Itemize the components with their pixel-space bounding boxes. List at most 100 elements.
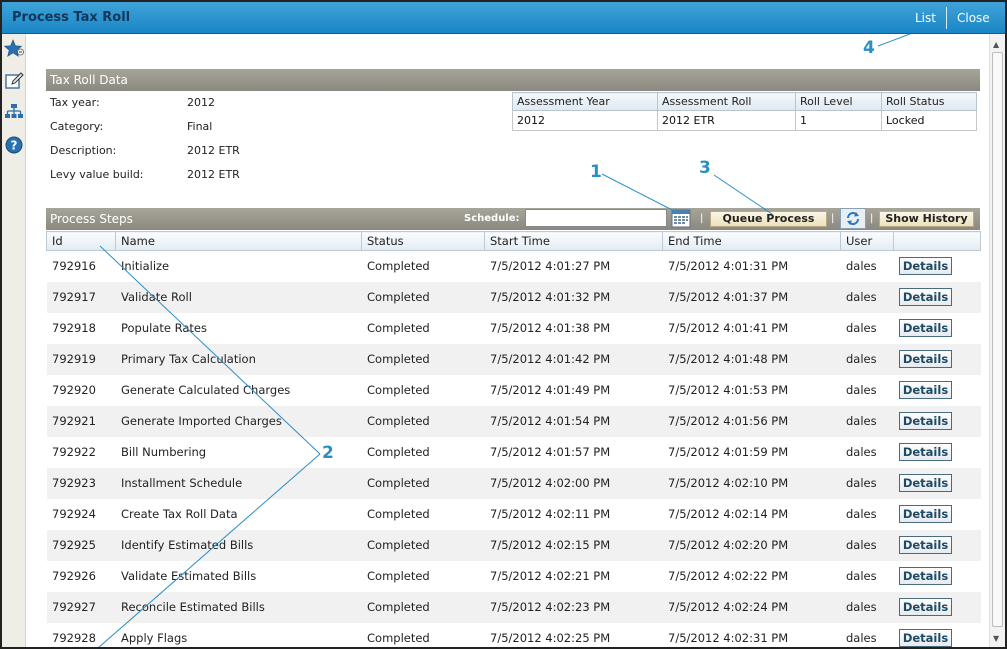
details-button[interactable]: Details xyxy=(899,350,952,368)
details-button[interactable]: Details xyxy=(899,536,952,554)
step-actions-cell: Details xyxy=(893,343,981,375)
toolbar-separator: | xyxy=(870,213,874,224)
table-row[interactable]: 792928 Apply Flags Completed 7/5/2012 4:02:… xyxy=(46,622,981,647)
roll-status-cell: Locked xyxy=(881,110,977,131)
details-button[interactable]: Details xyxy=(899,598,952,616)
description-label: Description: xyxy=(50,144,117,157)
details-button[interactable]: Details xyxy=(899,288,952,306)
table-row[interactable]: 792921 Generate Imported Charges Completed… xyxy=(46,405,981,437)
step-status-cell: Completed xyxy=(361,281,485,313)
scrollbar-thumb[interactable] xyxy=(992,52,1003,627)
column-header-assessment-year[interactable]: Assessment Year xyxy=(512,92,658,111)
table-row[interactable]: 792916 Initialize Completed 7/5/2012 4:01:2… xyxy=(46,250,981,282)
process-steps-table: Id Name Status Start Time End Time User … xyxy=(46,231,981,647)
list-link[interactable]: List xyxy=(915,11,936,25)
step-actions-cell: Details xyxy=(893,591,981,623)
step-name-cell: Generate Calculated Charges xyxy=(115,374,362,406)
step-start-time-cell: 7/5/2012 4:02:23 PM xyxy=(484,591,663,623)
step-end-time-cell: 7/5/2012 4:01:48 PM xyxy=(662,343,841,375)
step-end-time-cell: 7/5/2012 4:02:20 PM xyxy=(662,529,841,561)
step-user-cell: dales xyxy=(840,529,894,561)
step-user-cell: dales xyxy=(840,343,894,375)
close-link[interactable]: Close xyxy=(957,11,990,25)
roll-level-cell: 1 xyxy=(795,110,882,131)
column-header-status[interactable]: Status xyxy=(361,231,485,251)
step-name-cell: Reconcile Estimated Bills xyxy=(115,591,362,623)
details-button[interactable]: Details xyxy=(899,474,952,492)
step-end-time-cell: 7/5/2012 4:02:31 PM xyxy=(662,622,841,647)
show-history-button[interactable]: Show History xyxy=(879,211,974,227)
column-header-user[interactable]: User xyxy=(840,231,894,251)
levy-value-build-label: Levy value build: xyxy=(50,168,144,181)
step-start-time-cell: 7/5/2012 4:01:54 PM xyxy=(484,405,663,437)
step-user-cell: dales xyxy=(840,374,894,406)
callout-4: 4 xyxy=(863,38,875,58)
title-bar: Process Tax Roll List Close xyxy=(2,2,1005,34)
table-row[interactable]: 2012 2012 ETR 1 Locked xyxy=(512,110,977,131)
details-button[interactable]: Details xyxy=(899,443,952,461)
table-row[interactable]: 792918 Populate Rates Completed 7/5/2012 4:… xyxy=(46,312,981,344)
details-button[interactable]: Details xyxy=(899,319,952,337)
table-row[interactable]: 792923 Installment Schedule Completed 7/5/2… xyxy=(46,467,981,499)
help-icon[interactable]: ? xyxy=(4,135,24,155)
table-row[interactable]: 792922 Bill Numbering Completed 7/5/2012 4:… xyxy=(46,436,981,468)
favorites-star-icon[interactable] xyxy=(3,39,24,59)
tax-year-label: Tax year: xyxy=(50,96,100,109)
table-row[interactable]: 792924 Create Tax Roll Data Completed 7/5/2… xyxy=(46,498,981,530)
window-title: Process Tax Roll xyxy=(12,10,131,25)
column-header-start-time[interactable]: Start Time xyxy=(484,231,663,251)
step-user-cell: dales xyxy=(840,591,894,623)
step-id-cell: 792926 xyxy=(46,560,116,592)
table-row[interactable]: 792917 Validate Roll Completed 7/5/2012 4:0… xyxy=(46,281,981,313)
table-row[interactable]: 792926 Validate Estimated Bills Completed 7… xyxy=(46,560,981,592)
column-header-id[interactable]: Id xyxy=(46,231,116,251)
step-id-cell: 792922 xyxy=(46,436,116,468)
step-user-cell: dales xyxy=(840,405,894,437)
step-start-time-cell: 7/5/2012 4:02:11 PM xyxy=(484,498,663,530)
column-header-assessment-roll[interactable]: Assessment Roll xyxy=(657,92,796,111)
step-end-time-cell: 7/5/2012 4:02:24 PM xyxy=(662,591,841,623)
details-button[interactable]: Details xyxy=(899,567,952,585)
refresh-icon[interactable] xyxy=(840,208,866,229)
scroll-down-arrow-icon[interactable]: ▼ xyxy=(993,634,999,643)
details-button[interactable]: Details xyxy=(899,381,952,399)
step-actions-cell: Details xyxy=(893,250,981,282)
table-row[interactable]: 792927 Reconcile Estimated Bills Completed… xyxy=(46,591,981,623)
step-user-cell: dales xyxy=(840,467,894,499)
step-actions-cell: Details xyxy=(893,405,981,437)
schedule-input[interactable] xyxy=(525,209,667,227)
hierarchy-icon[interactable] xyxy=(4,102,24,122)
step-name-cell: Create Tax Roll Data xyxy=(115,498,362,530)
table-row[interactable]: 792925 Identify Estimated Bills Completed 7… xyxy=(46,529,981,561)
step-status-cell: Completed xyxy=(361,312,485,344)
category-label: Category: xyxy=(50,120,104,133)
queue-process-button[interactable]: Queue Process xyxy=(710,211,827,227)
column-header-roll-status[interactable]: Roll Status xyxy=(881,92,977,111)
step-id-cell: 792925 xyxy=(46,529,116,561)
calendar-icon[interactable] xyxy=(671,209,691,228)
vertical-scrollbar[interactable]: ▲ ▼ xyxy=(989,34,1005,647)
step-name-cell: Initialize xyxy=(115,250,362,282)
column-header-end-time[interactable]: End Time xyxy=(662,231,841,251)
step-end-time-cell: 7/5/2012 4:01:53 PM xyxy=(662,374,841,406)
edit-pencil-icon[interactable] xyxy=(4,71,24,91)
scroll-up-arrow-icon[interactable]: ▲ xyxy=(993,40,999,49)
details-button[interactable]: Details xyxy=(899,412,952,430)
step-start-time-cell: 7/5/2012 4:02:00 PM xyxy=(484,467,663,499)
step-user-cell: dales xyxy=(840,436,894,468)
step-name-cell: Generate Imported Charges xyxy=(115,405,362,437)
details-button[interactable]: Details xyxy=(899,257,952,276)
column-header-roll-level[interactable]: Roll Level xyxy=(795,92,882,111)
table-row[interactable]: 792919 Primary Tax Calculation Completed 7/… xyxy=(46,343,981,375)
step-name-cell: Validate Roll xyxy=(115,281,362,313)
step-start-time-cell: 7/5/2012 4:01:32 PM xyxy=(484,281,663,313)
step-name-cell: Populate Rates xyxy=(115,312,362,344)
details-button[interactable]: Details xyxy=(899,629,952,647)
left-sidebar: ? xyxy=(2,34,26,647)
details-button[interactable]: Details xyxy=(899,505,952,523)
table-row[interactable]: 792920 Generate Calculated Charges Complet… xyxy=(46,374,981,406)
step-name-cell: Identify Estimated Bills xyxy=(115,529,362,561)
column-header-name[interactable]: Name xyxy=(115,231,362,251)
process-steps-title: Process Steps xyxy=(50,212,133,226)
step-actions-cell: Details xyxy=(893,560,981,592)
